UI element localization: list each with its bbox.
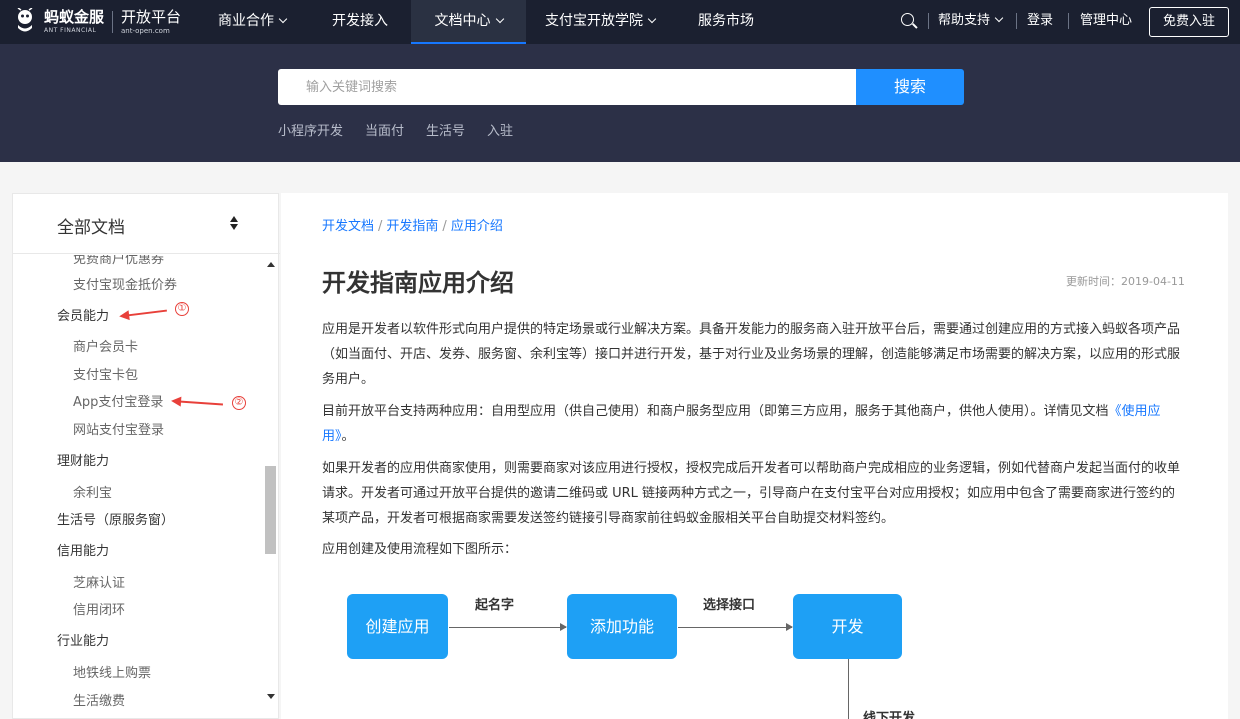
nav-divider (1016, 13, 1017, 29)
search-input[interactable] (278, 69, 856, 105)
sidebar-item-app-login[interactable]: App支付宝登录 (73, 391, 163, 410)
hot-link-life-account[interactable]: 生活号 (426, 120, 465, 139)
logo-divider (112, 11, 114, 33)
paragraph-app-types-text: 目前开放平台支持两种应用：自用型应用（供自己使用）和商户服务型应用（即第三方应用… (322, 404, 1109, 419)
hot-link-f2f-pay[interactable]: 当面付 (365, 120, 404, 139)
sidebar-item-member-card[interactable]: 商户会员卡 (73, 336, 138, 355)
breadcrumb-app-intro[interactable]: 应用介绍 (451, 219, 503, 234)
doc-content: 开发文档 / 开发指南 / 应用介绍 开发指南应用介绍 更新时间：2019-04-11 … (281, 193, 1228, 719)
nav-business-cooperation[interactable]: 商业合作 (218, 0, 288, 44)
breadcrumb: 开发文档 / 开发指南 / 应用介绍 (322, 215, 503, 234)
admin-center-link[interactable]: 管理中心 (1080, 0, 1132, 44)
paragraph-flow-intro: 应用创建及使用流程如下图所示： (322, 542, 518, 557)
free-join-button[interactable]: 免费入驻 (1149, 7, 1229, 37)
page-title: 开发指南应用介绍 (322, 269, 514, 297)
sidebar-item-membership[interactable]: 会员能力 (57, 305, 109, 324)
sidebar-clip: 免费商户优惠券 (13, 255, 263, 267)
hot-link-settle-in[interactable]: 入驻 (487, 120, 513, 139)
sidebar-item-web-login[interactable]: 网站支付宝登录 (73, 419, 164, 438)
flow-connector (848, 659, 849, 719)
login-label: 登录 (1027, 13, 1054, 28)
search-banner: 搜索 小程序开发 当面付 生活号 入驻 (0, 44, 1240, 162)
scroll-up-icon[interactable] (267, 262, 275, 267)
chevron-down-icon (495, 14, 504, 24)
update-time: 更新时间：2019-04-11 (1066, 275, 1185, 288)
chevron-down-icon (994, 13, 1004, 23)
sidebar-header[interactable]: 全部文档 (13, 194, 280, 254)
sidebar-item-industry[interactable]: 行业能力 (57, 630, 109, 649)
flow-label-offline-dev: 线下开发 (863, 711, 916, 719)
nav-dev-access[interactable]: 开发接入 (332, 0, 388, 44)
sidebar-item-metro-ticket[interactable]: 地铁线上购票 (73, 662, 151, 681)
top-navbar: 蚂蚁金服 ANT FINANCIAL 开放平台 ant-open.com 商业合… (0, 0, 1240, 44)
nav-alipay-academy[interactable]: 支付宝开放学院 (545, 0, 657, 44)
scroll-down-icon[interactable] (267, 694, 275, 699)
sidebar-item-free-coupon[interactable]: 免费商户优惠券 (73, 255, 164, 267)
breadcrumb-separator: / (378, 219, 383, 234)
docs-sidebar: 全部文档 免费商户优惠券 支付宝现金抵价券 会员能力 商户会员卡 支付宝卡包 A… (12, 193, 280, 719)
flow-step-add-function: 添加功能 (567, 594, 677, 659)
nav-service-market[interactable]: 服务市场 (698, 0, 754, 44)
nav-help-support[interactable]: 帮助支持 (938, 0, 1004, 44)
annotation-number-1: ① (175, 302, 189, 316)
flow-arrow (678, 623, 793, 631)
nav-divider (1068, 13, 1069, 29)
sort-toggle-icon[interactable] (229, 216, 239, 232)
paragraph-intro: 应用是开发者以软件形式向用户提供的特定场景或行业解决方案。具备开发能力的服务商入… (322, 322, 1181, 387)
login-link[interactable]: 登录 (1027, 0, 1053, 44)
sidebar-item-wealth[interactable]: 理财能力 (57, 450, 109, 469)
platform-en: ant-open.com (121, 26, 170, 35)
breadcrumb-separator: / (442, 219, 447, 234)
annotation-number-2: ② (232, 396, 246, 410)
flow-step-develop: 开发 (793, 594, 902, 659)
ant-logo-icon (12, 7, 38, 36)
platform-label: 开放平台 ant-open.com (121, 7, 182, 35)
nav-market-label: 服务市场 (698, 13, 754, 29)
sidebar-item-card-wallet[interactable]: 支付宝卡包 (73, 364, 138, 383)
flow-step-create-app: 创建应用 (347, 594, 448, 659)
flow-label-naming: 起名字 (475, 598, 515, 613)
sidebar-item-zhima-auth[interactable]: 芝麻认证 (73, 572, 125, 591)
nav-dev-label: 开发接入 (332, 13, 388, 29)
breadcrumb-dev-docs[interactable]: 开发文档 (322, 219, 374, 234)
sidebar-item-utility-bill[interactable]: 生活缴费 (73, 690, 125, 709)
paragraph-app-types: 目前开放平台支持两种应用：自用型应用（供自己使用）和商户服务型应用（即第三方应用… (322, 399, 1188, 449)
logo-cn: 蚂蚁金服 (44, 8, 105, 26)
search-icon[interactable] (901, 13, 914, 26)
nav-docs-label: 文档中心 (434, 13, 491, 29)
admin-label: 管理中心 (1080, 13, 1133, 28)
breadcrumb-dev-guide[interactable]: 开发指南 (386, 219, 438, 234)
logo[interactable]: 蚂蚁金服 ANT FINANCIAL 开放平台 ant-open.com (12, 6, 181, 38)
paragraph-app-types-end: 。 (341, 429, 355, 444)
sidebar-item-yulibao[interactable]: 余利宝 (73, 482, 112, 501)
sidebar-item-credit-loop[interactable]: 信用闭环 (73, 599, 125, 618)
nav-business-label: 商业合作 (218, 13, 274, 29)
logo-text: 蚂蚁金服 ANT FINANCIAL (44, 10, 104, 34)
sidebar-item-cash-voucher[interactable]: 支付宝现金抵价券 (73, 274, 177, 293)
nav-divider (928, 13, 929, 29)
hot-link-miniprogram[interactable]: 小程序开发 (278, 120, 343, 139)
nav-help-label: 帮助支持 (938, 13, 991, 28)
chevron-down-icon (278, 14, 288, 24)
nav-docs-center[interactable]: 文档中心 (411, 0, 526, 44)
flow-arrow (449, 623, 567, 631)
scrollbar-thumb[interactable] (265, 466, 276, 554)
chevron-down-icon (647, 14, 657, 24)
annotation-arrow-1 (127, 309, 167, 317)
logo-en: ANT FINANCIAL (44, 27, 97, 34)
sidebar-scrollbar[interactable] (263, 256, 278, 708)
sidebar-item-life-account[interactable]: 生活号（原服务窗） (57, 509, 174, 528)
flow-label-select-api: 选择接口 (703, 598, 756, 613)
platform-cn: 开放平台 (121, 7, 182, 26)
sidebar-item-credit[interactable]: 信用能力 (57, 540, 109, 559)
annotation-arrow-2 (178, 400, 224, 406)
nav-academy-label: 支付宝开放学院 (545, 13, 643, 29)
sidebar-title: 全部文档 (57, 218, 125, 238)
paragraph-authorization: 如果开发者的应用供商家使用，则需要商家对该应用进行授权，授权完成后开发者可以帮助… (322, 461, 1181, 526)
search-button[interactable]: 搜索 (856, 69, 964, 105)
